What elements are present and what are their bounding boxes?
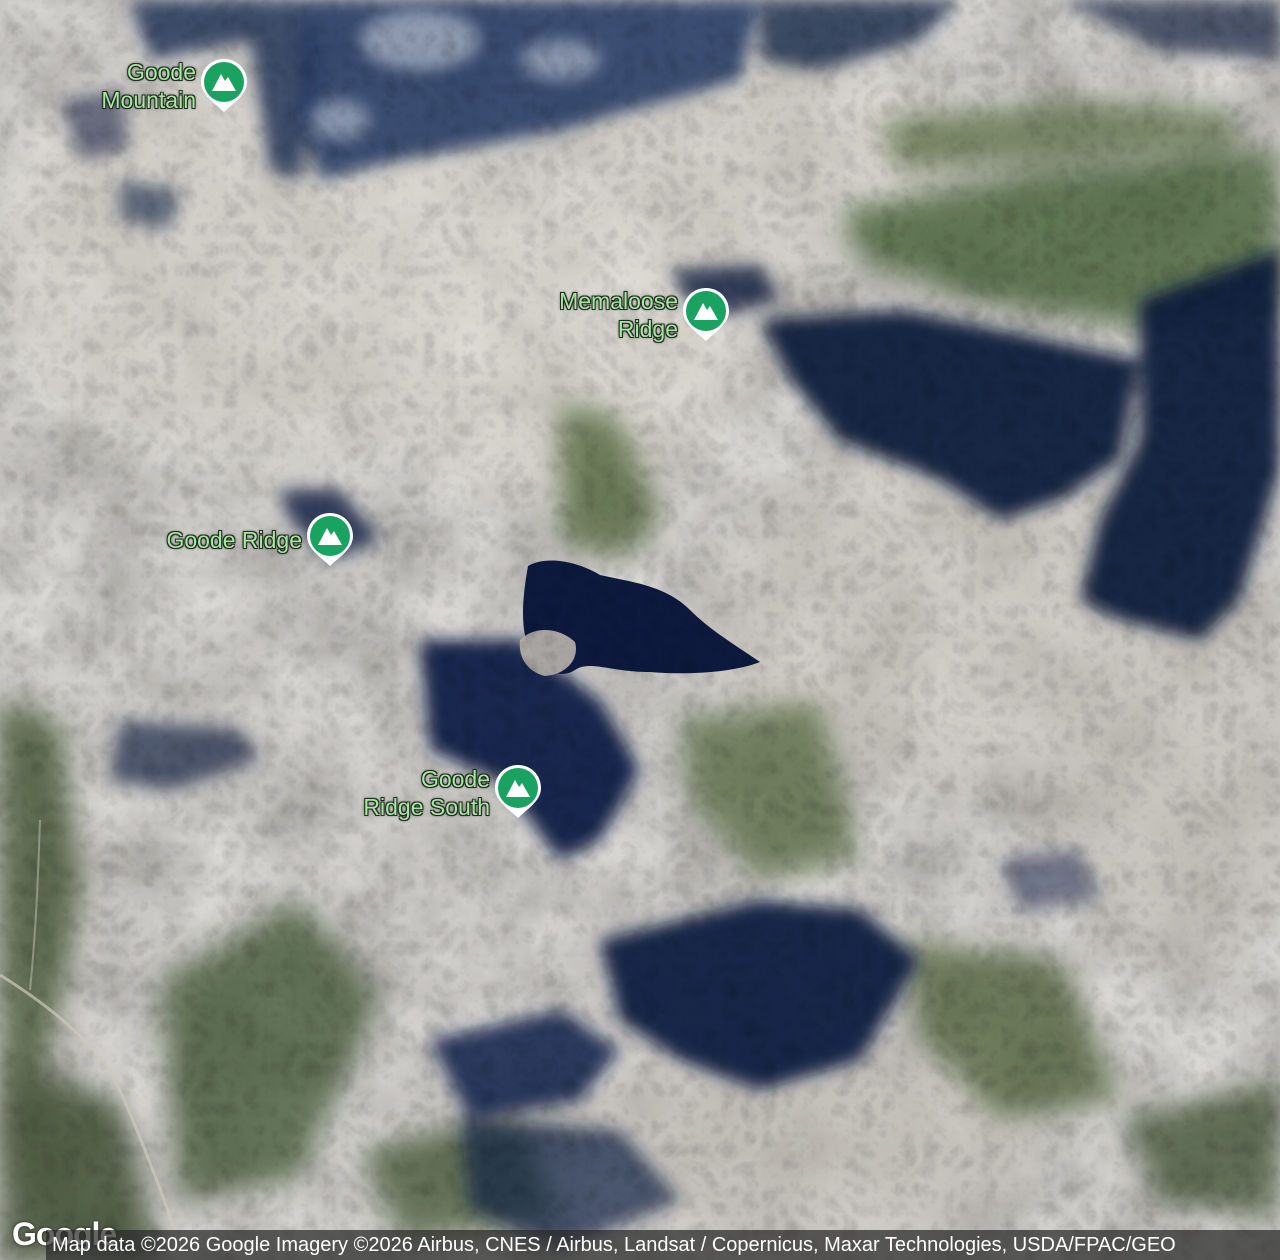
- poi-label: Goode Ridge South: [363, 766, 490, 820]
- mountain-peak-icon: [307, 513, 353, 566]
- mountain-peak-icon: [495, 765, 541, 818]
- satellite-imagery: [0, 0, 1280, 1260]
- poi-label: Memaloose Ridge: [559, 288, 678, 342]
- satellite-map[interactable]: Goode Mountain Memaloose Ridge Goode Rid…: [0, 0, 1280, 1260]
- poi-label: Goode Ridge: [166, 527, 302, 553]
- poi-label: Goode Mountain: [101, 59, 196, 113]
- mountain-peak-icon: [683, 288, 729, 341]
- map-attribution[interactable]: Map data ©2026 Google Imagery ©2026 Airb…: [46, 1230, 1280, 1260]
- mountain-peak-icon: [201, 59, 247, 112]
